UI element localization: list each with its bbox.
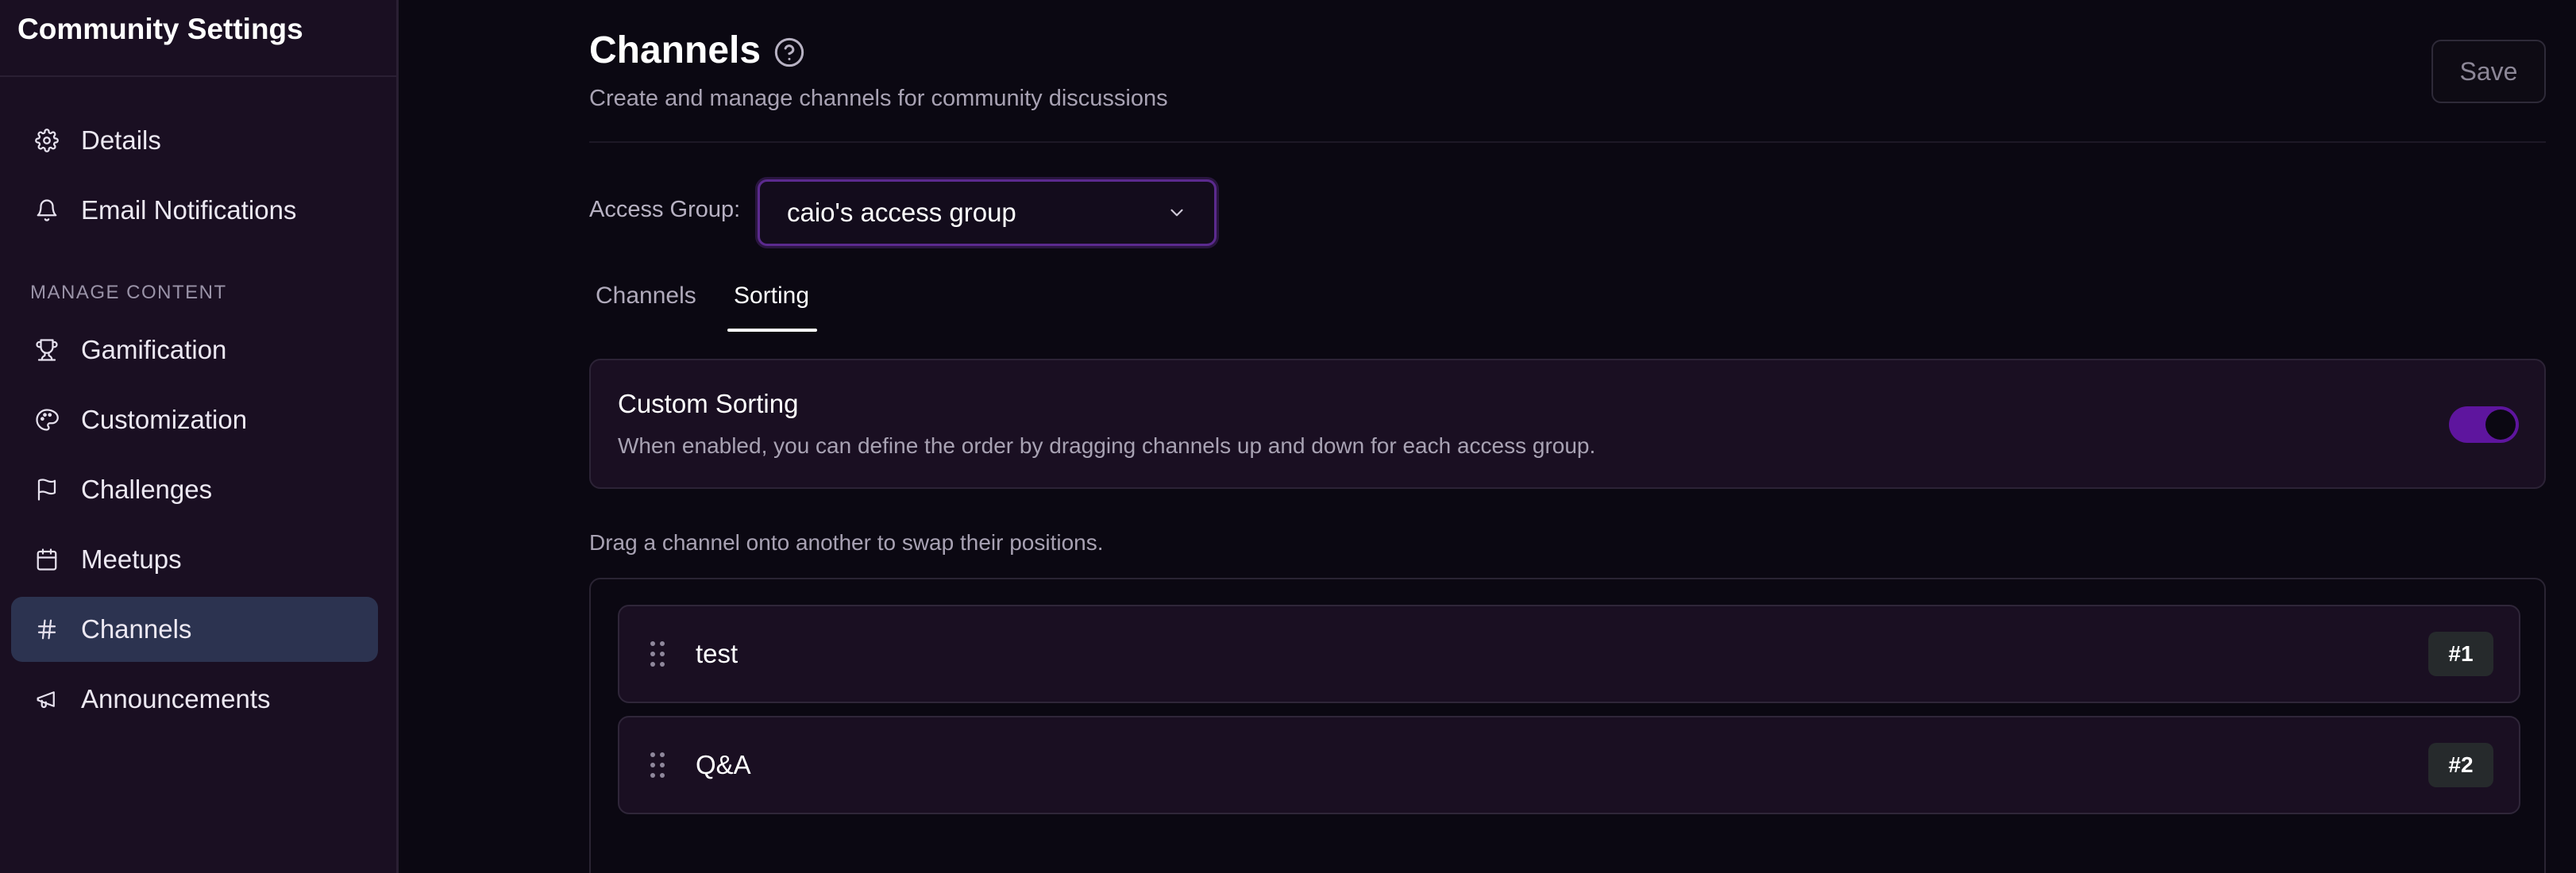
sidebar-item-gamification[interactable]: Gamification [11, 317, 378, 383]
sidebar-item-label: Email Notifications [81, 195, 297, 225]
drag-hint: Drag a channel onto another to swap thei… [589, 530, 1104, 555]
custom-sorting-title: Custom Sorting [618, 389, 799, 418]
custom-sorting-toggle[interactable] [2449, 406, 2519, 443]
sidebar-item-email-notifications[interactable]: Email Notifications [11, 178, 378, 243]
sidebar-item-label: Channels [81, 614, 192, 644]
gear-icon [35, 129, 59, 152]
sidebar-item-label: Customization [81, 405, 248, 434]
sidebar-item-channels[interactable]: Channels [11, 597, 378, 662]
tab-sorting[interactable]: Sorting [734, 283, 809, 310]
save-button[interactable]: Save [2431, 40, 2546, 103]
channel-sort-list: test #1 Q&A #2 [589, 578, 2546, 873]
custom-sorting-description: When enabled, you can define the order b… [618, 433, 1596, 458]
position-badge: #2 [2428, 743, 2493, 787]
sidebar-item-challenges[interactable]: Challenges [11, 457, 378, 522]
sidebar-title: Community Settings [17, 13, 303, 45]
toggle-knob [2485, 410, 2516, 440]
sidebar-item-label: Meetups [81, 544, 182, 574]
sidebar-item-details[interactable]: Details [11, 108, 378, 173]
channel-name: Q&A [696, 750, 751, 779]
megaphone-icon [35, 687, 59, 711]
sidebar-divider [0, 75, 396, 77]
custom-sorting-card: Custom Sorting When enabled, you can def… [589, 359, 2546, 489]
help-icon[interactable] [773, 37, 805, 68]
sidebar: Community Settings Details Email Notific… [0, 0, 399, 873]
page-subtitle: Create and manage channels for community… [589, 86, 1168, 111]
header-divider [589, 141, 2546, 143]
channel-row[interactable]: Q&A #2 [618, 716, 2520, 814]
access-group-selected-value: caio's access group [787, 198, 1016, 227]
sidebar-item-announcements[interactable]: Announcements [11, 667, 378, 732]
trophy-icon [35, 338, 59, 362]
position-badge: #1 [2428, 632, 2493, 676]
drag-handle-icon[interactable] [650, 640, 665, 668]
active-tab-indicator [727, 329, 817, 332]
chevron-down-icon [1167, 202, 1187, 223]
flag-icon [35, 478, 59, 502]
sidebar-item-label: Announcements [81, 684, 271, 713]
sidebar-item-label: Details [81, 125, 161, 155]
drag-handle-icon[interactable] [650, 751, 665, 779]
bell-icon [35, 198, 59, 222]
sidebar-item-customization[interactable]: Customization [11, 387, 378, 452]
section-label-manage-content: MANAGE CONTENT [30, 282, 227, 303]
sidebar-item-meetups[interactable]: Meetups [11, 527, 378, 592]
tab-channels[interactable]: Channels [596, 283, 696, 310]
sidebar-item-label: Gamification [81, 335, 227, 364]
access-group-select[interactable]: caio's access group [758, 179, 1217, 246]
hash-icon [35, 617, 59, 641]
channel-name: test [696, 639, 738, 668]
page-title: Channels [589, 29, 762, 71]
access-group-label: Access Group: [589, 197, 741, 222]
calendar-icon [35, 548, 59, 571]
sidebar-item-label: Challenges [81, 475, 213, 504]
palette-icon [35, 408, 59, 432]
channel-row[interactable]: test #1 [618, 605, 2520, 703]
